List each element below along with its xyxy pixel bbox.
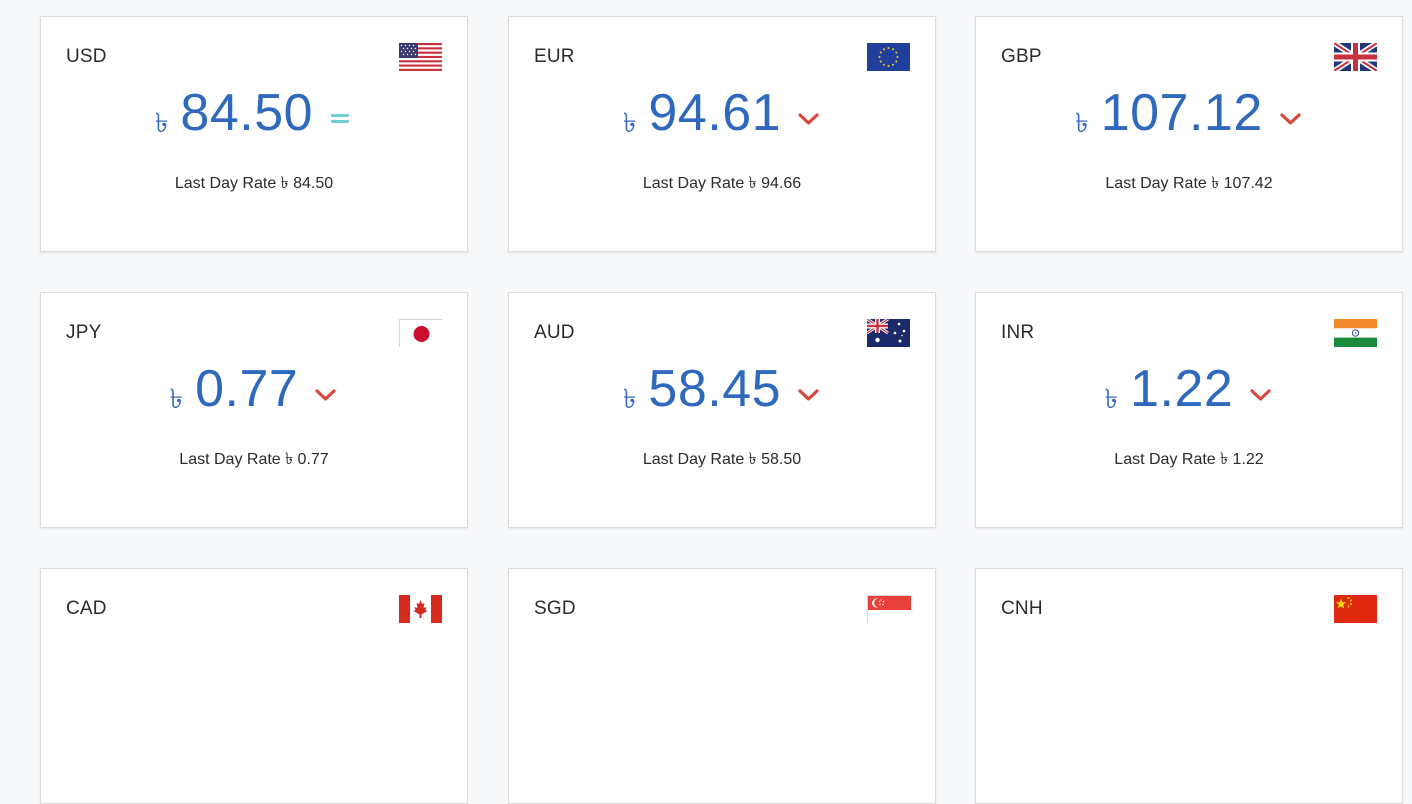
rate-card-sgd[interactable]: SGD bbox=[508, 568, 936, 804]
rate-value: 107.12 bbox=[1100, 84, 1263, 142]
rate-card-cnh[interactable]: CNH bbox=[975, 568, 1403, 804]
rate-value: 0.77 bbox=[195, 360, 299, 418]
last-day-rate: Last Day Rate ৳ 0.77 bbox=[179, 451, 329, 468]
current-rate: ৳ 94.61 bbox=[509, 83, 935, 143]
canada-flag-icon bbox=[399, 595, 442, 623]
last-day-rate: Last Day Rate ৳ 1.22 bbox=[1114, 451, 1264, 468]
current-rate: ৳ 1.22 bbox=[976, 359, 1402, 419]
singapore-flag-icon bbox=[867, 595, 911, 624]
rate-value: 58.45 bbox=[648, 360, 782, 418]
currency-code: CNH bbox=[1001, 598, 1043, 619]
last-day-rate: Last Day Rate ৳ 107.42 bbox=[1105, 175, 1273, 192]
currency-code: GBP bbox=[1001, 46, 1042, 67]
currency-code: INR bbox=[1001, 322, 1035, 343]
australia-flag-icon bbox=[867, 319, 910, 347]
rate-card-gbp[interactable]: GBP ৳ 107.12 Last Day Rate ৳ 107.42 bbox=[975, 16, 1403, 252]
rate-value: 1.22 bbox=[1130, 360, 1234, 418]
current-rate: ৳ 107.12 bbox=[976, 83, 1402, 143]
currency-code: USD bbox=[66, 46, 107, 67]
chevron-down-icon bbox=[797, 385, 821, 405]
last-day-rate: Last Day Rate ৳ 84.50 bbox=[174, 175, 334, 192]
currency-code: AUD bbox=[534, 322, 575, 343]
uk-flag-icon bbox=[1334, 43, 1377, 71]
india-flag-icon bbox=[1334, 319, 1377, 347]
equal-icon bbox=[329, 109, 353, 129]
rate-card-inr[interactable]: INR ৳ 1.22 Last Day Rate ৳ 1.22 bbox=[975, 292, 1403, 528]
currency-code: JPY bbox=[66, 322, 102, 343]
chevron-down-icon bbox=[1249, 385, 1273, 405]
exchange-rate-grid: USD ৳ 84.50 Last Day Rate ৳ 84.50 EUR ৳ … bbox=[0, 0, 1412, 804]
rate-value: 94.61 bbox=[648, 84, 782, 142]
currency-code: EUR bbox=[534, 46, 575, 67]
rate-card-aud[interactable]: AUD ৳ 58.45 Last Day Rate ৳ 58.50 bbox=[508, 292, 936, 528]
rate-card-eur[interactable]: EUR ৳ 94.61 Last Day Rate ৳ 94.66 bbox=[508, 16, 936, 252]
rate-card-usd[interactable]: USD ৳ 84.50 Last Day Rate ৳ 84.50 bbox=[40, 16, 468, 252]
china-flag-icon bbox=[1334, 595, 1377, 623]
eu-flag-icon bbox=[867, 43, 910, 71]
current-rate: ৳ 58.45 bbox=[509, 359, 935, 419]
taka-symbol: ৳ bbox=[622, 108, 637, 138]
rate-value: 84.50 bbox=[180, 84, 314, 142]
chevron-down-icon bbox=[797, 109, 821, 129]
current-rate: ৳ 84.50 bbox=[41, 83, 467, 143]
last-day-rate: Last Day Rate ৳ 94.66 bbox=[642, 175, 802, 192]
last-day-rate: Last Day Rate ৳ 58.50 bbox=[642, 451, 802, 468]
rate-card-jpy[interactable]: JPY ৳ 0.77 Last Day Rate ৳ 0.77 bbox=[40, 292, 468, 528]
us-flag-icon bbox=[399, 43, 442, 71]
current-rate: ৳ 0.77 bbox=[41, 359, 467, 419]
chevron-down-icon bbox=[314, 385, 338, 405]
taka-symbol: ৳ bbox=[1075, 108, 1089, 138]
taka-symbol: ৳ bbox=[622, 384, 637, 414]
taka-symbol: ৳ bbox=[154, 108, 169, 138]
currency-code: SGD bbox=[534, 598, 576, 619]
currency-code: CAD bbox=[66, 598, 107, 619]
rate-card-cad[interactable]: CAD bbox=[40, 568, 468, 804]
japan-flag-icon bbox=[399, 319, 443, 348]
chevron-down-icon bbox=[1279, 109, 1303, 129]
taka-symbol: ৳ bbox=[169, 384, 184, 414]
taka-symbol: ৳ bbox=[1104, 384, 1119, 414]
